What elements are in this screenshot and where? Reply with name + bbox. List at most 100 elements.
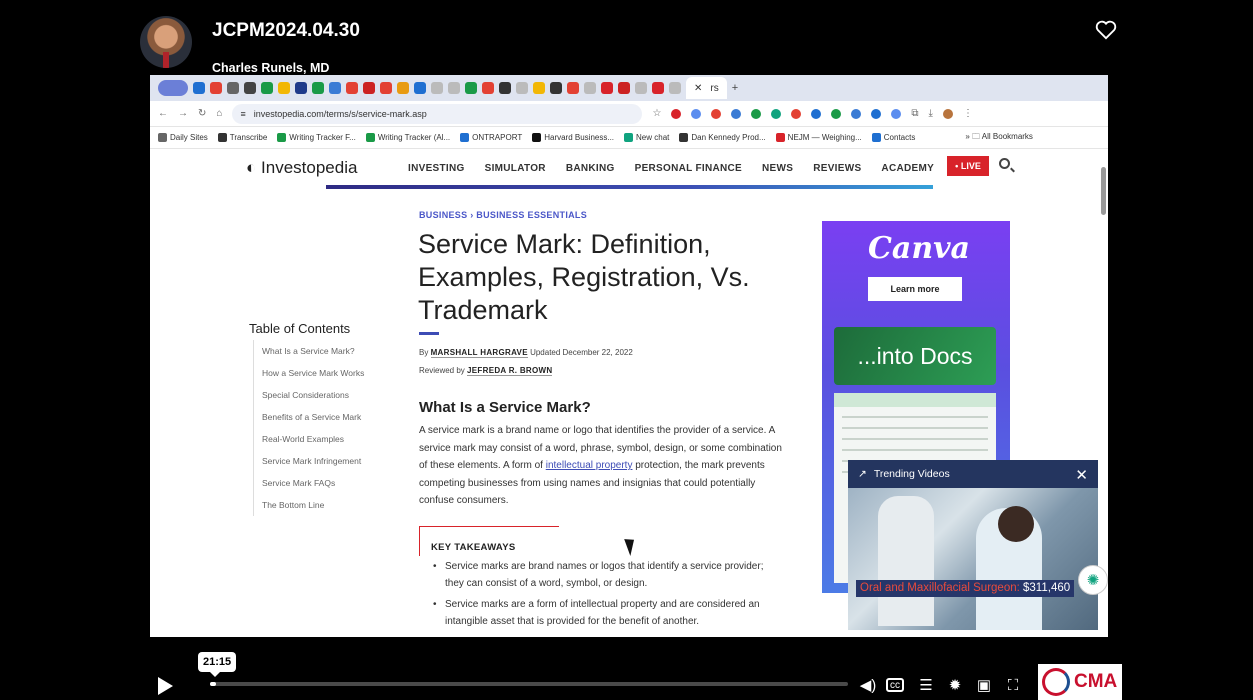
tab-favicon[interactable] (499, 82, 511, 94)
intellectual-property-link[interactable]: intellectual property (546, 460, 633, 471)
tab-favicon[interactable] (295, 82, 307, 94)
toc-item[interactable]: The Bottom Line (262, 494, 364, 516)
tab-favicon[interactable] (635, 82, 647, 94)
nav-simulator[interactable]: SIMULATOR (485, 163, 546, 174)
tab-favicon[interactable] (346, 82, 358, 94)
tab-favicon[interactable] (397, 82, 409, 94)
tab-favicon[interactable] (669, 82, 681, 94)
bookmark-item[interactable]: ONTRAPORT (460, 133, 522, 142)
tab-favicon[interactable] (380, 82, 392, 94)
progress-bar[interactable] (210, 682, 848, 686)
bookmark-item[interactable]: Writing Tracker (Al... (365, 133, 450, 142)
tab-favicon[interactable] (448, 82, 460, 94)
tab-favicon[interactable] (244, 82, 256, 94)
reload-icon[interactable]: ↻ (198, 108, 206, 119)
nav-academy[interactable]: ACADEMY (881, 163, 934, 174)
menu-kebab-icon[interactable]: ⋮ (963, 108, 973, 119)
bookmark-item[interactable]: Writing Tracker F... (277, 133, 356, 142)
tab-favicon[interactable] (516, 82, 528, 94)
extension-icon[interactable] (891, 108, 902, 119)
nav-investing[interactable]: INVESTING (408, 163, 465, 174)
tab-favicon[interactable] (482, 82, 494, 94)
bookmark-item[interactable]: Daily Sites (158, 133, 208, 142)
extension-icon[interactable] (771, 108, 782, 119)
author-link[interactable]: MARSHALL HARGRAVE (430, 348, 528, 358)
nav-banking[interactable]: BANKING (566, 163, 615, 174)
extension-icon[interactable] (731, 108, 742, 119)
close-icon[interactable]: ✕ (1075, 466, 1088, 484)
toc-item[interactable]: What Is a Service Mark? (262, 340, 364, 362)
live-button[interactable]: • LIVE (947, 156, 989, 176)
tab-favicon[interactable] (414, 82, 426, 94)
extension-icon[interactable] (871, 108, 882, 119)
tab-favicon[interactable] (193, 82, 205, 94)
search-icon[interactable] (999, 158, 1010, 169)
extension-icon[interactable] (711, 108, 722, 119)
bookmark-item[interactable]: Contacts (871, 133, 915, 142)
nav-reviews[interactable]: REVIEWS (813, 163, 861, 174)
home-icon[interactable]: ⌂ (216, 108, 222, 119)
play-icon[interactable] (156, 676, 174, 696)
url-bar[interactable]: ≡ investopedia.com/terms/s/service-mark.… (232, 103, 643, 124)
captions-icon[interactable]: cc (886, 678, 904, 692)
tab-favicon[interactable] (584, 82, 596, 94)
extension-icon[interactable] (831, 108, 842, 119)
tab-favicon[interactable] (567, 82, 579, 94)
bookmark-item[interactable]: New chat (624, 133, 669, 142)
tab-favicon[interactable] (465, 82, 477, 94)
back-icon[interactable]: ← (158, 108, 168, 119)
forward-icon[interactable]: → (178, 108, 188, 119)
site-info-icon[interactable]: ≡ (240, 109, 245, 119)
scrollbar[interactable] (1101, 167, 1106, 215)
tab-favicon[interactable] (618, 82, 630, 94)
tab-favicon[interactable] (210, 82, 222, 94)
extension-icon[interactable] (791, 108, 802, 119)
volume-icon[interactable]: ◀) (858, 675, 878, 695)
picture-in-picture-icon[interactable]: ▣ (974, 675, 994, 695)
bookmark-item[interactable]: Transcribe (217, 133, 267, 142)
trending-video-player[interactable]: Oral and Maxillofacial Surgeon: $311,460 (848, 488, 1098, 630)
reviewer-link[interactable]: JEFREDA R. BROWN (467, 366, 553, 376)
tab-favicon[interactable] (550, 82, 562, 94)
toc-item[interactable]: How a Service Mark Works (262, 362, 364, 384)
extension-icon[interactable] (851, 108, 862, 119)
nav-personal-finance[interactable]: PERSONAL FINANCE (635, 163, 742, 174)
toc-item[interactable]: Special Considerations (262, 384, 364, 406)
bookmark-item[interactable]: Dan Kennedy Prod... (679, 133, 766, 142)
tab-favicon[interactable] (278, 82, 290, 94)
breadcrumb[interactable]: BUSINESS › BUSINESS ESSENTIALS (419, 210, 587, 220)
ad-learn-more-button[interactable]: Learn more (868, 277, 962, 301)
toc-item[interactable]: Service Mark FAQs (262, 472, 364, 494)
bookmark-item[interactable]: NEJM — Weighing... (775, 133, 862, 142)
tab-favicon[interactable] (329, 82, 341, 94)
site-logo[interactable]: ◐ Investopedia (246, 158, 357, 178)
extension-icon[interactable] (751, 108, 762, 119)
tab-favicon[interactable] (227, 82, 239, 94)
heart-icon[interactable] (1095, 20, 1117, 40)
close-icon[interactable]: ✕ (694, 83, 702, 94)
profile-avatar-icon[interactable] (942, 108, 953, 119)
tab-favicon[interactable] (312, 82, 324, 94)
extension-icon[interactable] (671, 108, 682, 119)
nav-news[interactable]: NEWS (762, 163, 793, 174)
extension-icon[interactable] (811, 108, 822, 119)
tab-favicon[interactable] (363, 82, 375, 94)
tab-favicon[interactable] (431, 82, 443, 94)
toc-item[interactable]: Service Mark Infringement (262, 450, 364, 472)
transcript-icon[interactable]: ☰ (916, 675, 936, 695)
star-icon[interactable]: ☆ (652, 108, 661, 119)
download-icon[interactable]: ⤓ (929, 108, 933, 119)
cma-logo[interactable]: CMA (1038, 664, 1122, 700)
new-tab-icon[interactable]: + (732, 82, 738, 94)
bookmark-item[interactable]: Harvard Business... (532, 133, 614, 142)
profile-icon[interactable] (158, 80, 188, 96)
extensions-puzzle-icon[interactable]: ⧉ (911, 108, 918, 119)
toc-item[interactable]: Real-World Examples (262, 428, 364, 450)
chatgpt-icon[interactable]: ✺ (1078, 565, 1108, 595)
tab-favicon[interactable] (652, 82, 664, 94)
extension-icon[interactable] (691, 108, 702, 119)
tab-favicon[interactable] (601, 82, 613, 94)
toc-item[interactable]: Benefits of a Service Mark (262, 406, 364, 428)
active-tab[interactable]: ✕ rs (686, 77, 727, 99)
all-bookmarks-button[interactable]: » 🗀 All Bookmarks (965, 131, 1033, 145)
